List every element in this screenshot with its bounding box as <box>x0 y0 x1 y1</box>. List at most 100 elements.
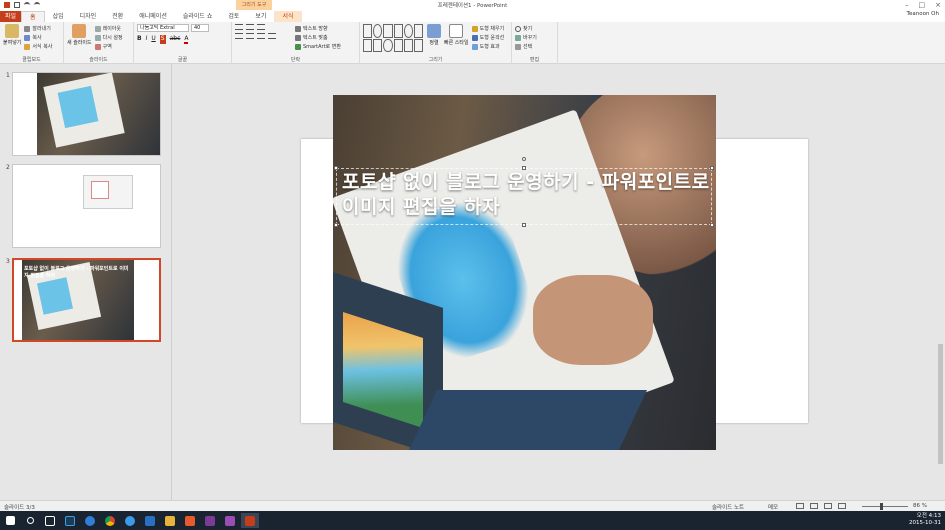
taskbar-edge[interactable] <box>81 513 99 528</box>
taskbar-ie[interactable] <box>121 513 139 528</box>
shadow-button[interactable]: S <box>159 35 166 44</box>
slide-thumbnail-3[interactable]: 포토샵 없이 블로그 운영하기 - 파워포인트로 이미지 편집을 하자 <box>12 258 161 342</box>
arrange-button[interactable]: 정렬 <box>427 24 441 46</box>
copy-button[interactable]: 복사 <box>24 33 60 42</box>
search-button[interactable] <box>21 513 39 528</box>
shape-icon[interactable] <box>413 38 423 52</box>
scrollbar-thumb[interactable] <box>938 344 943 464</box>
taskbar-photoshop[interactable] <box>61 513 79 528</box>
taskbar-onenote-2[interactable] <box>221 513 239 528</box>
text-direction-button[interactable]: 텍스트 방향 <box>295 24 341 33</box>
shape-icon[interactable] <box>383 38 393 52</box>
notes-button[interactable]: 슬라이드 노트 <box>712 503 744 511</box>
italic-button[interactable]: I <box>146 35 148 44</box>
slide-title[interactable]: 포토샵 없이 블로그 운영하기 - 파워포인트로 이미지 편집을 하자 <box>342 170 712 220</box>
system-tray[interactable]: 오전 4:13 2015-10-31 <box>909 513 941 527</box>
start-button[interactable] <box>1 513 19 528</box>
font-size-select[interactable]: 40 <box>191 24 209 32</box>
vertical-scrollbar[interactable] <box>936 64 945 500</box>
tab-6[interactable]: 슬라이드 쇼 <box>175 11 221 22</box>
paste-button[interactable]: 붙여넣기 <box>3 24 21 46</box>
replace-button[interactable]: 바꾸기 <box>515 33 554 42</box>
underline-button[interactable]: U <box>151 35 155 44</box>
zoom-slider[interactable] <box>862 506 908 507</box>
shape-fill-button[interactable]: 도형 채우기 <box>471 24 504 33</box>
taskbar-app[interactable] <box>181 513 199 528</box>
shapes-gallery[interactable] <box>363 24 423 52</box>
tab-8[interactable]: 보기 <box>247 11 274 22</box>
shape-icon[interactable] <box>373 24 383 38</box>
reading-view-icon[interactable] <box>824 503 832 509</box>
find-button[interactable]: 찾기 <box>515 24 554 33</box>
shape-effects-button[interactable]: 도형 효과 <box>471 42 505 51</box>
resize-handle[interactable] <box>334 223 338 227</box>
tab-5[interactable]: 애니메이션 <box>131 11 175 22</box>
align-center-icon[interactable] <box>246 33 254 39</box>
task-view-button[interactable] <box>41 513 59 528</box>
bold-button[interactable]: B <box>137 35 142 44</box>
slide-image[interactable] <box>333 95 716 450</box>
smartart-button[interactable]: SmartArt로 변환 <box>295 42 341 51</box>
rotate-handle[interactable] <box>522 157 526 161</box>
minimize-icon[interactable]: – <box>905 1 909 9</box>
slide-thumbnail-1[interactable] <box>12 72 161 156</box>
tab-2[interactable]: 삽입 <box>45 11 72 22</box>
shape-icon[interactable] <box>413 24 423 38</box>
taskbar-outlook[interactable] <box>141 513 159 528</box>
comments-button[interactable]: 메모 <box>768 503 778 511</box>
reset-button[interactable]: 다시 설정 <box>94 33 130 42</box>
tab-1[interactable]: 홈 <box>21 11 45 22</box>
bullets-icon[interactable] <box>235 24 243 30</box>
zoom-slider-thumb[interactable] <box>880 503 883 510</box>
zoom-level[interactable]: 86 % <box>913 503 927 509</box>
windows-logo-icon <box>5 516 15 525</box>
strikethrough-button[interactable]: abc <box>170 35 181 44</box>
shape-icon[interactable] <box>373 38 383 52</box>
align-text-button[interactable]: 텍스트 맞춤 <box>295 33 341 42</box>
layout-button[interactable]: 레이아웃 <box>94 24 130 33</box>
section-button[interactable]: 구역 <box>94 42 130 51</box>
tab-7[interactable]: 검토 <box>220 11 247 22</box>
quick-styles-button[interactable]: 빠른 스타일 <box>444 24 469 46</box>
align-right-icon[interactable] <box>257 33 265 39</box>
taskbar-powerpoint[interactable] <box>241 513 259 528</box>
tab-4[interactable]: 전환 <box>104 11 131 22</box>
close-icon[interactable]: × <box>935 1 941 9</box>
shape-outline-button[interactable]: 도형 윤곽선 <box>471 33 504 42</box>
shape-icon[interactable] <box>363 24 373 38</box>
align-left-icon[interactable] <box>235 33 243 39</box>
tab-3[interactable]: 디자인 <box>72 11 105 22</box>
font-color-button[interactable]: A <box>184 35 189 44</box>
taskbar-explorer[interactable] <box>161 513 179 528</box>
shape-icon[interactable] <box>393 38 403 52</box>
slide-thumbnail-panel[interactable]: 1 2 3 포토샵 없이 블로그 운영하기 - 파워포인트로 이미지 편집을 하… <box>0 64 172 500</box>
select-button[interactable]: 선택 <box>515 42 554 51</box>
resize-handle[interactable] <box>334 166 338 170</box>
shape-icon[interactable] <box>363 38 373 52</box>
numbering-icon[interactable] <box>246 24 254 30</box>
user-name[interactable]: Teanoon Oh <box>907 11 939 17</box>
cut-button[interactable]: 잘라내기 <box>24 24 60 33</box>
font-name-select[interactable]: 나눔고딕 ExtraI <box>137 24 189 32</box>
tab-0[interactable]: 파일 <box>0 11 22 22</box>
resize-handle[interactable] <box>522 223 526 227</box>
clock-date: 2015-10-31 <box>909 520 941 526</box>
group-label: 클립보드 <box>22 57 41 63</box>
indent-icon[interactable] <box>257 24 265 30</box>
normal-view-icon[interactable] <box>796 503 804 509</box>
format-painter-button[interactable]: 서식 복사 <box>24 42 60 51</box>
tab-9[interactable]: 서식 <box>274 11 302 22</box>
justify-icon[interactable] <box>268 33 276 39</box>
shape-icon[interactable] <box>393 24 403 38</box>
taskbar-onenote[interactable] <box>201 513 219 528</box>
resize-handle[interactable] <box>710 223 714 227</box>
shape-icon[interactable] <box>403 38 413 52</box>
shape-icon[interactable] <box>403 24 413 38</box>
maximize-icon[interactable]: □ <box>919 1 926 9</box>
slide-thumbnail-2[interactable] <box>12 164 161 248</box>
slideshow-icon[interactable] <box>838 503 846 509</box>
shape-icon[interactable] <box>383 24 393 38</box>
slide-sorter-icon[interactable] <box>810 503 818 509</box>
taskbar-chrome[interactable] <box>101 513 119 528</box>
new-slide-button[interactable]: 새 슬라이드 <box>67 24 92 46</box>
